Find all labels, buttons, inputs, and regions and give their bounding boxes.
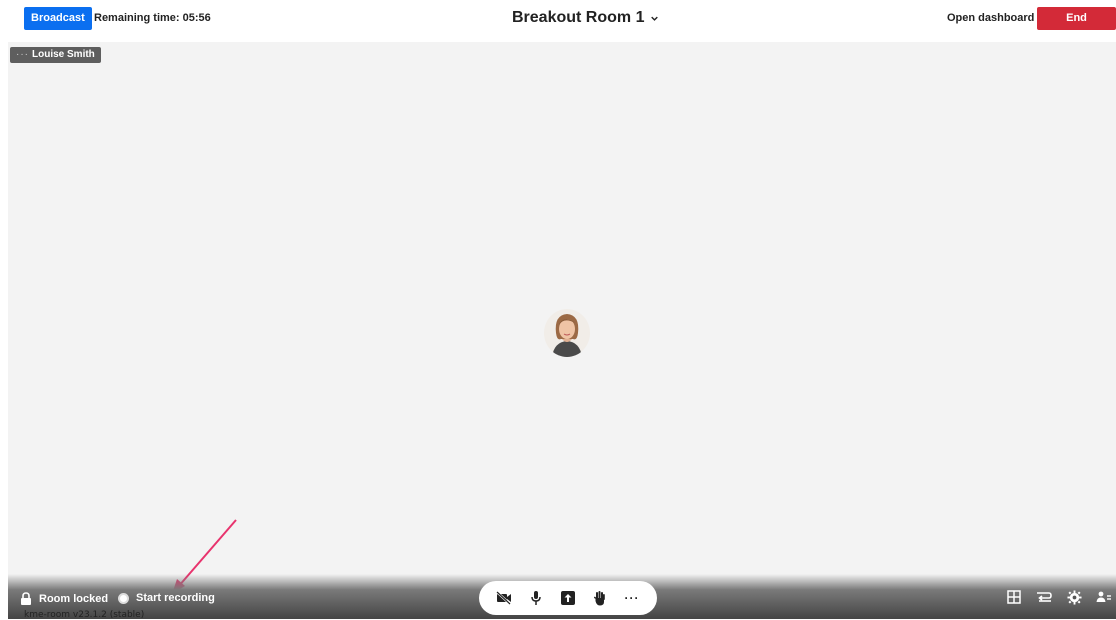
more-glyph: ··· bbox=[624, 591, 640, 605]
lock-icon bbox=[21, 592, 31, 605]
camera-off-icon[interactable] bbox=[494, 588, 514, 608]
record-icon bbox=[118, 592, 129, 604]
microphone-icon[interactable] bbox=[526, 588, 546, 608]
room-locked-indicator[interactable]: Room locked bbox=[20, 592, 108, 605]
top-bar: Broadcast Remaining time: 05:56 Breakout… bbox=[0, 0, 1116, 47]
participant-name: Louise Smith bbox=[32, 49, 95, 60]
participant-menu-icon: ··· bbox=[16, 49, 29, 60]
room-locked-label: Room locked bbox=[39, 592, 109, 605]
start-recording-label: Start recording bbox=[136, 592, 215, 604]
switch-icon[interactable] bbox=[1036, 589, 1052, 605]
participant-name-tag[interactable]: ··· Louise Smith bbox=[10, 47, 101, 63]
end-breakout-button[interactable]: End breakout bbox=[1037, 7, 1116, 47]
room-selector[interactable]: Breakout Room 1 bbox=[512, 9, 659, 27]
bottom-bar: Room locked Start recording kme-room v23… bbox=[8, 574, 1116, 620]
broadcast-button[interactable]: Broadcast bbox=[24, 7, 92, 30]
share-screen-icon[interactable] bbox=[558, 588, 578, 608]
participants-icon[interactable] bbox=[1096, 589, 1112, 605]
start-recording-button[interactable]: Start recording bbox=[118, 592, 215, 604]
raise-hand-icon[interactable] bbox=[590, 588, 610, 608]
grid-layout-icon[interactable] bbox=[1006, 589, 1022, 605]
remaining-time: Remaining time: 05:56 bbox=[94, 12, 211, 24]
chevron-down-icon bbox=[651, 16, 659, 21]
participant-avatar bbox=[544, 309, 590, 357]
room-title: Breakout Room 1 bbox=[512, 9, 645, 26]
open-dashboard-link[interactable]: Open dashboard bbox=[947, 12, 1034, 24]
media-controls: ··· bbox=[479, 581, 657, 615]
settings-icon[interactable] bbox=[1066, 589, 1082, 605]
right-tools bbox=[1006, 589, 1112, 605]
more-icon[interactable]: ··· bbox=[622, 588, 642, 608]
